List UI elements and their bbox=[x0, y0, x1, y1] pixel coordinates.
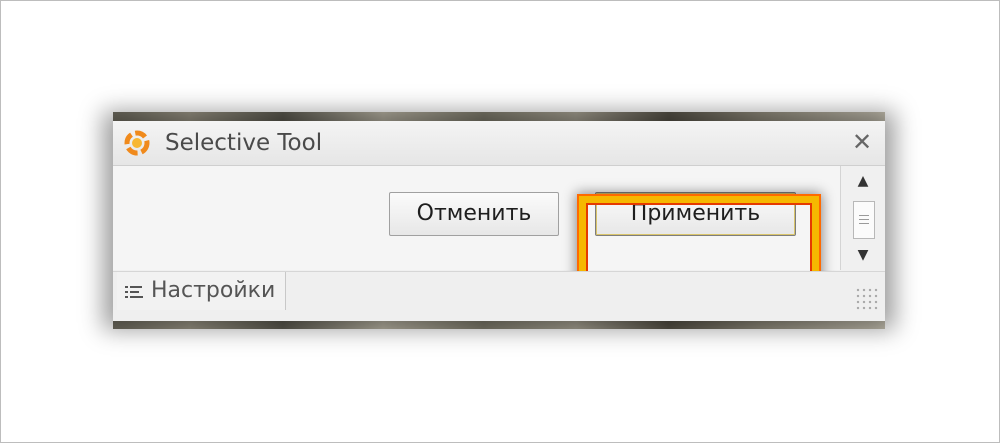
thumb-grip-line bbox=[859, 215, 869, 216]
panel-content: Отменить Применить bbox=[113, 166, 841, 308]
title-bar[interactable]: Selective Tool ✕ bbox=[113, 121, 885, 166]
settings-list-icon bbox=[125, 283, 143, 299]
tab-settings[interactable]: Настройки bbox=[117, 272, 287, 310]
app-logo-icon bbox=[124, 130, 150, 156]
background-photo-bottom bbox=[113, 320, 885, 329]
scroll-thumb[interactable] bbox=[853, 201, 875, 239]
cancel-button[interactable]: Отменить bbox=[389, 192, 559, 236]
scroll-down-icon[interactable]: ▼ bbox=[850, 244, 876, 266]
tab-bar: Настройки bbox=[113, 271, 885, 321]
selective-tool-window: Selective Tool ✕ Отменить Применить ▲ ▼ … bbox=[113, 121, 885, 321]
thumb-grip-line bbox=[859, 223, 869, 224]
vertical-scrollbar[interactable]: ▲ ▼ bbox=[841, 166, 885, 270]
close-icon[interactable]: ✕ bbox=[847, 127, 877, 157]
tab-settings-label: Настройки bbox=[151, 278, 276, 303]
resize-grip-icon[interactable] bbox=[855, 287, 879, 311]
thumb-grip-line bbox=[859, 219, 869, 220]
apply-button[interactable]: Применить bbox=[595, 192, 796, 236]
window-title: Selective Tool bbox=[165, 130, 323, 156]
scroll-up-icon[interactable]: ▲ bbox=[850, 170, 876, 192]
